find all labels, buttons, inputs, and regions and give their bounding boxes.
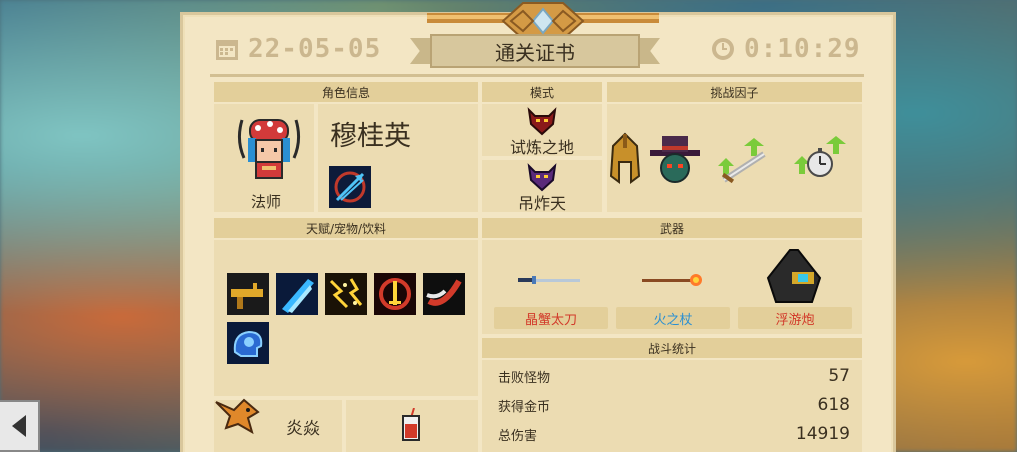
red-claw-slash-icon (423, 273, 465, 315)
red-ring-sword-icon (374, 273, 416, 315)
character-name: 穆桂英 (330, 121, 411, 152)
mode-label-2: 吊炸天 (517, 194, 566, 213)
stat-label: 获得金币 (498, 399, 551, 415)
red-demon-mask-icon (527, 107, 557, 136)
talents-panel (214, 240, 478, 396)
golden-gun-icon (227, 273, 269, 315)
time-text: 0:10:29 (744, 34, 861, 64)
section-battle-stats: 战斗统计 (482, 338, 862, 358)
section-mode: 模式 (482, 82, 602, 102)
time-display: 0:10:29 (710, 34, 861, 64)
orange-bird-pet-icon (215, 398, 260, 435)
crystal-crab-katana-icon (518, 276, 580, 284)
clock-icon (710, 36, 736, 62)
purple-demon-mask-icon (527, 163, 557, 192)
lightning-sparks-icon (325, 273, 367, 315)
date-text: 22-05-05 (248, 34, 382, 64)
stat-row-kills: 击败怪物 57 (498, 366, 850, 386)
certificate-title: 通关证书 (430, 34, 640, 68)
section-talents: 天赋/宠物/饮料 (214, 218, 478, 238)
stopwatch-up-arrows-icon (794, 136, 846, 177)
stat-row-damage: 总伤害 14919 (498, 424, 850, 444)
section-weapons: 武器 (482, 218, 862, 238)
floating-cannon-icon (766, 249, 822, 303)
stat-label: 总伤害 (498, 428, 538, 444)
back-button[interactable] (0, 400, 40, 452)
weapon-tag-1: 晶蟹太刀 (494, 307, 608, 329)
stat-value: 14919 (795, 424, 850, 444)
fire-staff-icon (642, 274, 702, 286)
stat-row-gold: 获得金币 618 (498, 395, 850, 415)
stat-value: 618 (817, 395, 850, 415)
weapon-name-3: 浮游炮 (775, 312, 815, 328)
mode-label-1: 试炼之地 (509, 138, 574, 157)
weapon-name-1: 晶蟹太刀 (524, 312, 577, 328)
spartan-helmet-icon (609, 132, 641, 184)
blue-brain-icon (227, 322, 269, 364)
blue-slash-icon (276, 273, 318, 315)
arrow-burst-skill-icon (329, 166, 371, 208)
weapon-name-2: 火之杖 (653, 312, 693, 328)
date-display: 22-05-05 (214, 34, 381, 64)
section-challenge-factors: 挑战因子 (607, 82, 862, 102)
stat-value: 57 (828, 366, 850, 386)
female-wizard-portrait-icon (237, 119, 301, 179)
section-character-info: 角色信息 (214, 82, 478, 102)
title-banner: 通关证书 (410, 34, 660, 68)
pet-name: 炎焱 (286, 419, 320, 439)
character-class: 法师 (250, 193, 281, 211)
calendar-icon (214, 36, 240, 62)
weapon-tag-3: 浮游炮 (738, 307, 852, 329)
stat-label: 击败怪物 (498, 370, 551, 386)
sword-up-arrows-icon (718, 138, 766, 184)
back-arrow-icon (12, 415, 26, 437)
weapon-tag-2: 火之杖 (616, 307, 730, 329)
red-soda-drink-icon (402, 408, 420, 441)
top-hat-goblin-icon (650, 136, 700, 183)
header-divider (210, 74, 864, 77)
